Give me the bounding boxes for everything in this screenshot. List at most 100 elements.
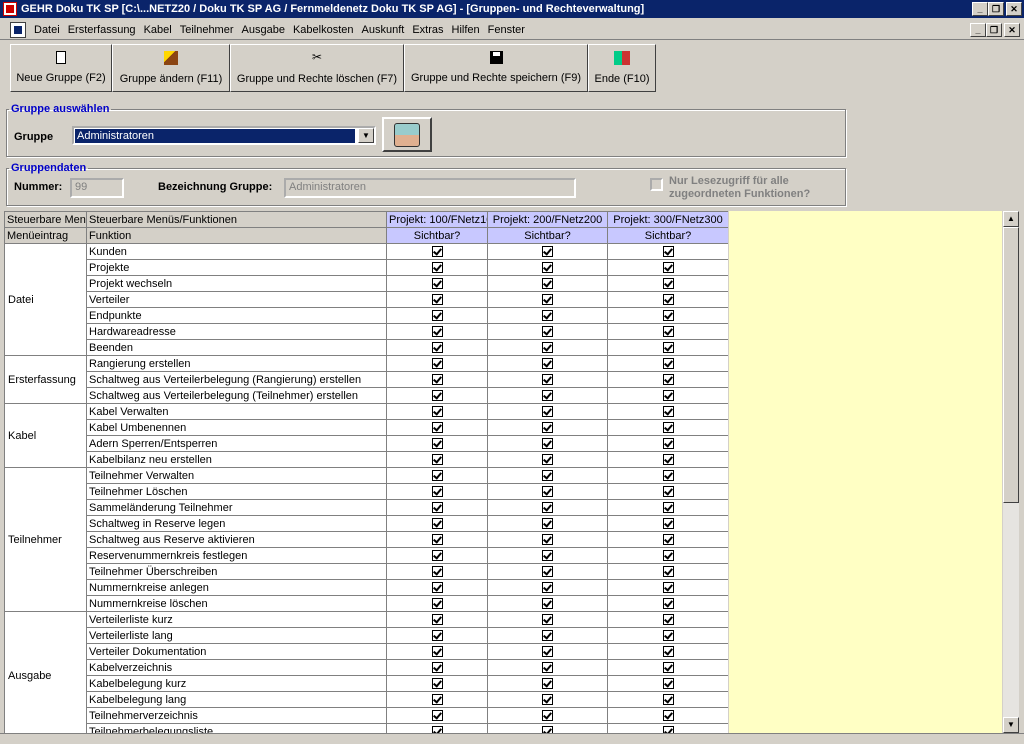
- visible-checkbox[interactable]: [542, 454, 553, 466]
- visible-checkbox[interactable]: [542, 262, 553, 274]
- visible-checkbox[interactable]: [542, 694, 553, 706]
- visible-checkbox[interactable]: [542, 486, 553, 498]
- visible-checkbox[interactable]: [542, 614, 553, 626]
- menu-auskunft[interactable]: Auskunft: [358, 24, 409, 36]
- visible-checkbox[interactable]: [431, 534, 443, 546]
- visible-checkbox[interactable]: [431, 470, 443, 482]
- exit-button[interactable]: Ende (F10): [588, 44, 656, 92]
- visible-checkbox[interactable]: [431, 582, 443, 594]
- group-name-field[interactable]: Administratoren: [284, 178, 576, 198]
- visible-checkbox[interactable]: [662, 342, 674, 354]
- visible-checkbox[interactable]: [431, 342, 443, 354]
- visible-checkbox[interactable]: [542, 646, 553, 658]
- visible-checkbox[interactable]: [542, 550, 553, 562]
- menu-teilnehmer[interactable]: Teilnehmer: [176, 24, 238, 36]
- visible-checkbox[interactable]: [542, 294, 553, 306]
- menu-hilfen[interactable]: Hilfen: [448, 24, 484, 36]
- visible-checkbox[interactable]: [431, 262, 443, 274]
- visible-checkbox[interactable]: [662, 406, 674, 418]
- scroll-thumb[interactable]: [1003, 227, 1019, 503]
- visible-checkbox[interactable]: [431, 310, 443, 322]
- visible-checkbox[interactable]: [662, 598, 674, 610]
- visible-checkbox[interactable]: [662, 502, 674, 514]
- visible-checkbox[interactable]: [431, 502, 443, 514]
- visible-checkbox[interactable]: [431, 278, 443, 290]
- visible-checkbox[interactable]: [431, 374, 443, 386]
- visible-checkbox[interactable]: [662, 662, 674, 674]
- delete-group-button[interactable]: ✂ Gruppe und Rechte löschen (F7): [230, 44, 404, 92]
- chevron-down-icon[interactable]: ▼: [358, 128, 374, 143]
- visible-checkbox[interactable]: [662, 246, 674, 258]
- visible-checkbox[interactable]: [542, 470, 553, 482]
- readonly-checkbox[interactable]: [650, 178, 663, 191]
- visible-checkbox[interactable]: [662, 614, 674, 626]
- visible-checkbox[interactable]: [542, 598, 553, 610]
- number-field[interactable]: 99: [70, 178, 124, 198]
- visible-checkbox[interactable]: [542, 662, 553, 674]
- visible-checkbox[interactable]: [542, 710, 553, 722]
- visible-checkbox[interactable]: [662, 390, 674, 402]
- visible-checkbox[interactable]: [431, 358, 443, 370]
- close-button[interactable]: ✕: [1006, 2, 1022, 16]
- visible-checkbox[interactable]: [542, 246, 553, 258]
- visible-checkbox[interactable]: [542, 566, 553, 578]
- visible-checkbox[interactable]: [542, 374, 553, 386]
- visible-checkbox[interactable]: [431, 246, 443, 258]
- visible-checkbox[interactable]: [542, 726, 553, 733]
- visible-checkbox[interactable]: [431, 550, 443, 562]
- visible-checkbox[interactable]: [542, 534, 553, 546]
- visible-checkbox[interactable]: [431, 454, 443, 466]
- visible-checkbox[interactable]: [662, 582, 674, 594]
- child-minimize-button[interactable]: _: [970, 23, 986, 37]
- visible-checkbox[interactable]: [542, 342, 553, 354]
- visible-checkbox[interactable]: [542, 678, 553, 690]
- visible-checkbox[interactable]: [662, 310, 674, 322]
- new-group-button[interactable]: Neue Gruppe (F2): [10, 44, 112, 92]
- visible-checkbox[interactable]: [431, 518, 443, 530]
- minimize-button[interactable]: _: [972, 2, 988, 16]
- visible-checkbox[interactable]: [662, 326, 674, 338]
- visible-checkbox[interactable]: [662, 518, 674, 530]
- visible-checkbox[interactable]: [662, 358, 674, 370]
- visible-checkbox[interactable]: [542, 518, 553, 530]
- visible-checkbox[interactable]: [662, 438, 674, 450]
- visible-checkbox[interactable]: [431, 566, 443, 578]
- menu-kabelkosten[interactable]: Kabelkosten: [289, 24, 358, 36]
- visible-checkbox[interactable]: [542, 390, 553, 402]
- visible-checkbox[interactable]: [431, 726, 443, 733]
- visible-checkbox[interactable]: [662, 262, 674, 274]
- visible-checkbox[interactable]: [662, 726, 674, 733]
- visible-checkbox[interactable]: [662, 422, 674, 434]
- visible-checkbox[interactable]: [542, 406, 553, 418]
- menu-kabel[interactable]: Kabel: [140, 24, 176, 36]
- visible-checkbox[interactable]: [662, 550, 674, 562]
- menu-fenster[interactable]: Fenster: [484, 24, 529, 36]
- visible-checkbox[interactable]: [662, 454, 674, 466]
- visible-checkbox[interactable]: [542, 358, 553, 370]
- visible-checkbox[interactable]: [662, 678, 674, 690]
- group-dropdown[interactable]: Administratoren ▼: [72, 126, 376, 145]
- visible-checkbox[interactable]: [431, 422, 443, 434]
- visible-checkbox[interactable]: [431, 694, 443, 706]
- visible-checkbox[interactable]: [662, 694, 674, 706]
- visible-checkbox[interactable]: [662, 374, 674, 386]
- vertical-scrollbar[interactable]: ▲ ▼: [1003, 211, 1019, 733]
- visible-checkbox[interactable]: [542, 438, 553, 450]
- menu-ausgabe[interactable]: Ausgabe: [238, 24, 289, 36]
- menu-ersterfassung[interactable]: Ersterfassung: [64, 24, 140, 36]
- child-window-icon[interactable]: [10, 21, 26, 38]
- child-close-button[interactable]: ✕: [1004, 23, 1020, 37]
- visible-checkbox[interactable]: [431, 662, 443, 674]
- visible-checkbox[interactable]: [662, 294, 674, 306]
- edit-group-button[interactable]: Gruppe ändern (F11): [112, 44, 230, 92]
- visible-checkbox[interactable]: [431, 326, 443, 338]
- visible-checkbox[interactable]: [542, 502, 553, 514]
- visible-checkbox[interactable]: [431, 646, 443, 658]
- visible-checkbox[interactable]: [431, 678, 443, 690]
- scroll-down-icon[interactable]: ▼: [1003, 717, 1019, 733]
- visible-checkbox[interactable]: [662, 470, 674, 482]
- visible-checkbox[interactable]: [431, 294, 443, 306]
- visible-checkbox[interactable]: [662, 278, 674, 290]
- restore-button[interactable]: ❐: [988, 2, 1004, 16]
- visible-checkbox[interactable]: [542, 278, 553, 290]
